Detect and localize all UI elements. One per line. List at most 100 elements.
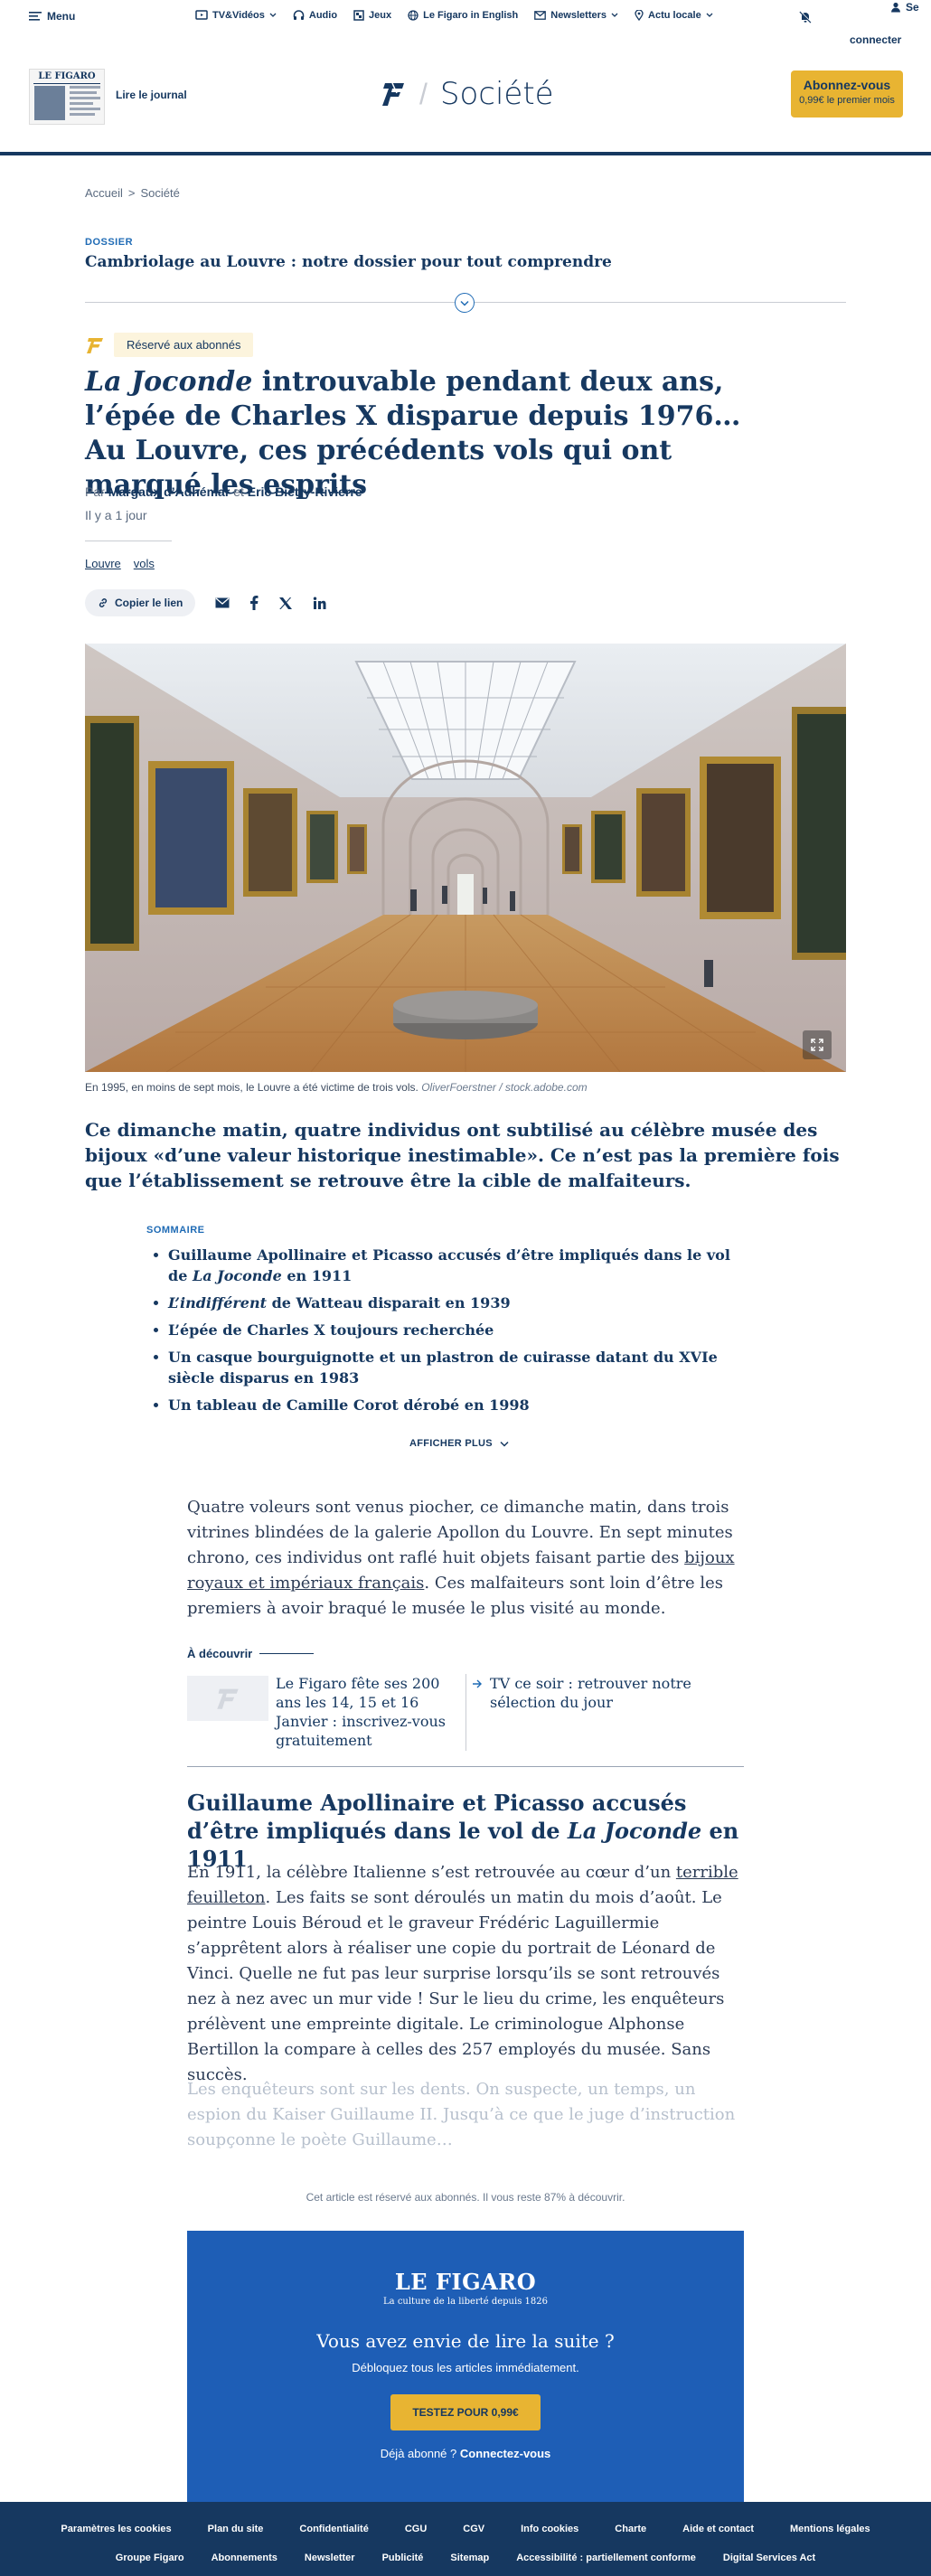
dossier-expand-button[interactable] (455, 293, 475, 313)
paragraph: En 1911, la célèbre Italienne s’est retr… (187, 1863, 738, 2084)
breadcrumb-home[interactable]: Accueil (85, 186, 123, 200)
publish-time: Il y a 1 jour (85, 508, 147, 522)
discover-heading: À découvrir (187, 1647, 315, 1660)
footer-link[interactable]: Paramètres les cookies (61, 2524, 171, 2534)
footer-link[interactable]: Publicité (382, 2552, 424, 2563)
nav-english[interactable]: Le Figaro in English (408, 10, 518, 21)
headphones-icon (293, 10, 305, 20)
share-bar: Copier le lien (85, 589, 326, 616)
author-link[interactable]: Margaux d’Adhémar (108, 484, 230, 499)
x-icon[interactable] (278, 597, 293, 610)
section-title: Société (439, 76, 554, 112)
image-credit: OliverFoerstner / stock.adobe.com (421, 1081, 588, 1094)
byline: Par Margaux d’Adhémar et Eric Biétry-Riv… (85, 484, 362, 499)
bell-off-icon (799, 11, 812, 24)
nav-tv-videos[interactable]: TV&Vidéos (195, 10, 277, 21)
subscribe-label: Abonnez-vous (803, 78, 891, 92)
tag-vols[interactable]: vols (134, 557, 155, 570)
footer-link[interactable]: Charte (615, 2524, 646, 2534)
premium-label: Réservé aux abonnés (114, 333, 254, 357)
subscribe-button[interactable]: Abonnez-vous 0,99€ le premier mois (791, 71, 903, 118)
summary-item[interactable]: L’épée de Charles X toujours recherchée (146, 1320, 743, 1340)
globe-icon (408, 10, 418, 21)
thumb-title: LE FIGARO (38, 71, 96, 81)
summary-item[interactable]: Un tableau de Camille Corot dérobé en 19… (146, 1395, 743, 1415)
nav-label: Audio (308, 10, 338, 21)
subscribe-sub: 0,99€ le premier mois (799, 95, 895, 106)
copy-link-label: Copier le lien (115, 597, 183, 609)
chevron-down-icon (611, 13, 618, 17)
summary-item[interactable]: Guillaume Apollinaire et Picasso accusés… (146, 1245, 743, 1286)
footer-link[interactable]: Aide et contact (682, 2524, 754, 2534)
footer-link[interactable]: Digital Services Act (723, 2552, 815, 2563)
footer-link[interactable]: Abonnements (212, 2552, 277, 2563)
section-brand[interactable]: / Société (380, 76, 554, 112)
chevron-down-icon (460, 300, 469, 306)
menu-button[interactable]: Menu (29, 10, 75, 23)
summary: SOMMAIRE Guillaume Apollinaire et Picass… (146, 1225, 743, 1422)
footer-link[interactable]: Groupe Figaro (116, 2552, 184, 2563)
paywall-logo: LE FIGARO (394, 2269, 537, 2295)
notifications-button[interactable] (799, 11, 812, 28)
dossier-label: DOSSIER (85, 237, 134, 248)
menu-icon (29, 12, 42, 21)
footer-link[interactable]: Accessibilité : partiellement conforme (516, 2552, 696, 2563)
breadcrumb-current[interactable]: Société (141, 186, 180, 200)
copy-link-button[interactable]: Copier le lien (85, 589, 196, 616)
dossier-title[interactable]: Cambriolage au Louvre : notre dossier po… (85, 253, 612, 271)
nav-label: Jeux (369, 10, 392, 21)
mail-icon (534, 11, 547, 20)
tag-list: Louvre vols (85, 557, 155, 570)
nav-actu-locale[interactable]: Actu locale (635, 10, 713, 21)
footer-link[interactable]: Confidentialité (299, 2524, 368, 2534)
facebook-icon[interactable] (249, 596, 259, 610)
nav-jeux[interactable]: Jeux (353, 10, 391, 21)
premium-badge-group: Réservé aux abonnés (85, 333, 254, 357)
article-headline: La Joconde introuvable pendant deux ans,… (85, 366, 741, 501)
discover-title: TV ce soir : retrouver notre sélection d… (490, 1675, 691, 1711)
discover-title: Le Figaro fête ses 200 ans les 14, 15 et… (276, 1675, 446, 1749)
image-caption: En 1995, en moins de sept mois, le Louvr… (85, 1081, 588, 1094)
summary-item[interactable]: Un casque bourguignotte et un plastron d… (146, 1347, 743, 1388)
paywall-login: Déjà abonné ? Connectez-vous (380, 2447, 551, 2460)
figaro-f-icon (87, 337, 103, 353)
nav-newsletters[interactable]: Newsletters (534, 10, 618, 21)
newspaper-thumbnail[interactable]: LE FIGARO (29, 69, 105, 125)
footer-link[interactable]: Mentions légales (790, 2524, 870, 2534)
footer: Paramètres les cookies Plan du site Conf… (0, 2502, 931, 2576)
trial-button[interactable]: TESTEZ POUR 0,99€ (390, 2394, 541, 2430)
link-icon (99, 598, 108, 607)
paragraph: Quatre voleurs sont venus piocher, ce di… (187, 1498, 735, 1618)
login-label-1: Se (906, 1, 919, 14)
summary-item[interactable]: L’indifférent de Watteau disparait en 19… (146, 1293, 743, 1313)
nav-audio[interactable]: Audio (293, 10, 337, 21)
site-header: LE FIGARO Lire le journal / Société Abon… (0, 63, 931, 154)
paywall-box: LE FIGARO La culture de la liberté depui… (187, 2231, 744, 2502)
discover-card[interactable]: TV ce soir : retrouver notre sélection d… (472, 1674, 743, 1712)
footer-link[interactable]: Plan du site (208, 2524, 264, 2534)
read-paper-link[interactable]: Lire le journal (116, 89, 187, 101)
nav-label: TV&Vidéos (212, 10, 265, 21)
tag-louvre[interactable]: Louvre (85, 557, 121, 570)
footer-row-2: Groupe Figaro Abonnements Newsletter Pub… (0, 2552, 931, 2563)
author-link[interactable]: Eric Biétry-Rivierre (248, 484, 362, 499)
fullscreen-button[interactable] (803, 1030, 832, 1059)
nav-label: Actu locale (648, 10, 701, 21)
linkedin-icon[interactable] (313, 597, 326, 610)
email-share-icon[interactable] (215, 597, 230, 608)
main-nav: TV&Vidéos Audio Jeux Le Figaro in Englis… (195, 10, 713, 21)
hero-image[interactable] (85, 644, 846, 1072)
chevron-down-icon (500, 1441, 509, 1447)
user-icon (891, 2, 900, 13)
footer-link[interactable]: Newsletter (305, 2552, 355, 2563)
discover-card[interactable]: Le Figaro fête ses 200 ans les 14, 15 et… (187, 1674, 458, 1750)
paywall-login-link[interactable]: Connectez-vous (460, 2447, 550, 2460)
footer-link[interactable]: Sitemap (450, 2552, 489, 2563)
header-divider (0, 152, 931, 155)
menu-label: Menu (47, 10, 76, 23)
show-more-button[interactable]: AFFICHER PLUS (409, 1438, 509, 1449)
footer-link[interactable]: Info cookies (521, 2524, 578, 2534)
footer-link[interactable]: CGV (463, 2524, 484, 2534)
show-more-label: AFFICHER PLUS (409, 1438, 493, 1449)
footer-link[interactable]: CGU (405, 2524, 427, 2534)
